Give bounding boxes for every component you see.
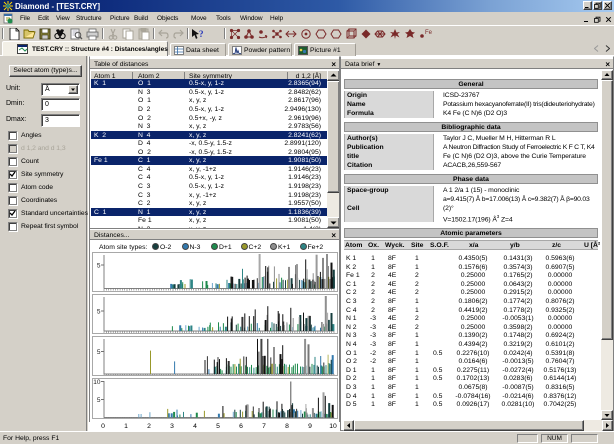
svg-text:5: 5 [97, 397, 101, 404]
svg-text:Fe: Fe [425, 30, 433, 36]
svg-text:5: 5 [97, 309, 101, 316]
svg-text:?: ? [199, 29, 204, 39]
svg-text:5: 5 [97, 263, 101, 270]
svg-text:5: 5 [97, 349, 101, 356]
svg-text:10: 10 [93, 379, 101, 386]
